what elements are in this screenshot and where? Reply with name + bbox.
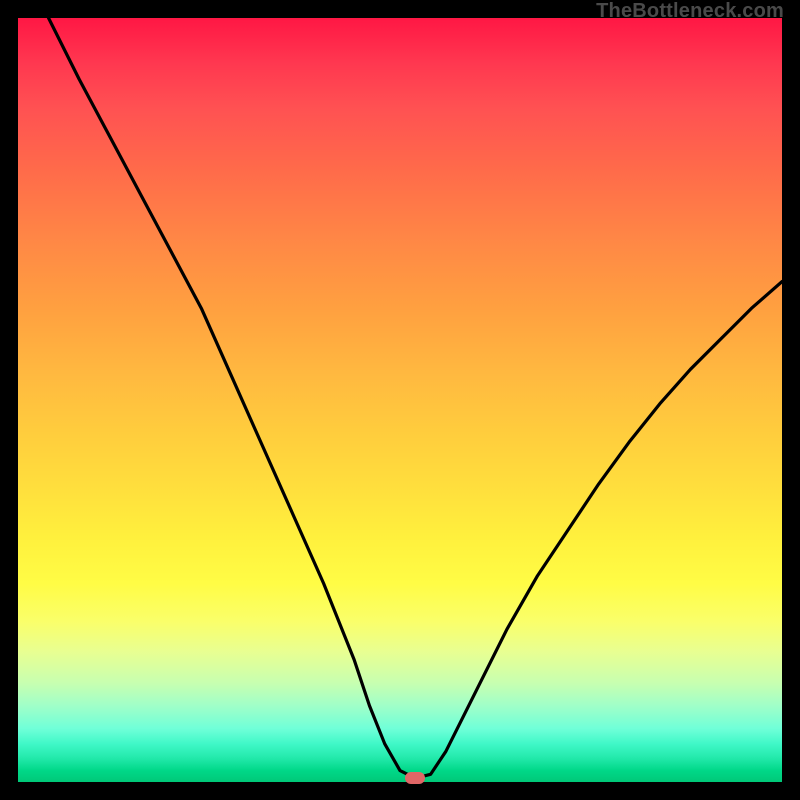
- bottleneck-curve: [49, 18, 782, 778]
- optimal-point-marker: [405, 772, 425, 784]
- plot-area: [18, 18, 782, 782]
- watermark-text: TheBottleneck.com: [596, 0, 784, 23]
- curve-svg: [18, 18, 782, 782]
- chart-container: TheBottleneck.com: [0, 0, 800, 800]
